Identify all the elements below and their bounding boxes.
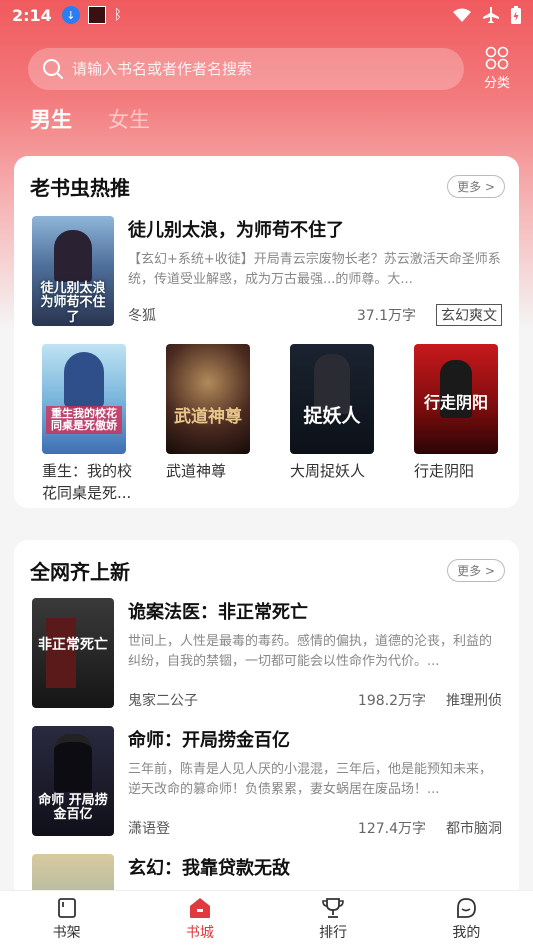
grid-book[interactable]: 重生我的校花同桌是死傲娇 重生：我的校花同桌是死...: [28, 344, 136, 504]
search-placeholder: 请输入书名或者作者名搜索: [72, 60, 253, 78]
book-cover: 武道神尊: [166, 344, 250, 454]
section-hot-recommend: 老书虫热推 更多 > 徒儿别太浪 为师苟不住了 徒儿别太浪，为师苟不住了 【玄幻…: [14, 156, 519, 508]
bottom-navigation: 书架 书城 排行 我的: [0, 890, 533, 948]
cover-title: 命师 开局捞金百亿: [38, 793, 108, 823]
book-cover: 捉妖人: [290, 344, 374, 454]
status-bar: 2:14 ↓ ᛒ: [0, 0, 533, 30]
more-button[interactable]: 更多 >: [447, 175, 505, 198]
book-description: 【玄幻+系统+收徒】开局青云宗废物长老？苏云激活天命圣师系统，传道受业解惑，成为…: [128, 252, 501, 287]
search-icon: [43, 58, 63, 79]
search-input[interactable]: 请输入书名或者作者名搜索: [28, 47, 464, 90]
wifi-icon: [453, 8, 471, 22]
book-cover: 命师 开局捞金百亿: [32, 726, 114, 836]
section-new-arrivals: 全网齐上新 更多 > 非正常死亡 诡案法医：非正常死亡 世间上，人性是最毒的毒药…: [14, 540, 519, 900]
book-cover: 非正常死亡: [32, 598, 114, 708]
grid-book[interactable]: 武道神尊 武道神尊: [152, 344, 260, 504]
nav-label: 排行: [319, 925, 348, 941]
cover-title: 徒儿别太浪 为师苟不住了: [40, 281, 106, 325]
book-title: 武道神尊: [166, 462, 227, 480]
nav-store[interactable]: 书城: [133, 891, 266, 948]
nav-profile[interactable]: 我的: [400, 891, 533, 948]
bookshelf-icon: [57, 898, 76, 918]
tab-female[interactable]: 女生: [108, 104, 150, 134]
book-author: 潇语登: [128, 821, 170, 837]
cover-title: 重生我的校花同桌是死傲娇: [46, 406, 122, 435]
book-title: 诡案法医：非正常死亡: [128, 602, 308, 623]
book-title: 命师：开局捞金百亿: [128, 730, 290, 751]
battery-icon: [511, 6, 521, 24]
book-word-count: 198.2万字: [357, 693, 426, 709]
nav-label: 书架: [52, 925, 81, 941]
book-title: 徒儿别太浪，为师苟不住了: [128, 220, 344, 241]
book-author: 冬狐: [128, 308, 156, 324]
nav-bookshelf[interactable]: 书架: [0, 891, 133, 948]
book-title: 重生：我的校花同桌是死...: [42, 462, 133, 502]
book-word-count: 37.1万字: [356, 308, 416, 324]
book-word-count: 127.4万字: [357, 821, 426, 837]
list-item[interactable]: 非正常死亡 诡案法医：非正常死亡 世间上，人性是最毒的毒药。感情的偏执，道德的沦…: [32, 598, 502, 710]
featured-book[interactable]: 徒儿别太浪 为师苟不住了 徒儿别太浪，为师苟不住了 【玄幻+系统+收徒】开局青云…: [32, 216, 502, 326]
cover-title: 行走阴阳: [423, 393, 488, 412]
book-title: 玄幻：我靠贷款无敌: [128, 858, 290, 879]
book-cover: 行走阴阳: [414, 344, 498, 454]
book-description: 三年前，陈青是人见人厌的小混混，三年后，他是能预知未来，逆天改命的篡命师！负债累…: [128, 762, 493, 797]
gender-tabs: 男生 女生: [30, 104, 150, 134]
section-title: 老书虫热推: [30, 176, 130, 200]
profile-icon: [457, 898, 477, 918]
category-label: 分类: [483, 76, 510, 91]
store-icon: [189, 898, 210, 918]
book-title: 大周捉妖人: [290, 462, 366, 480]
download-icon: ↓: [61, 6, 80, 24]
book-grid: 重生我的校花同桌是死傲娇 重生：我的校花同桌是死... 武道神尊 武道神尊 捉妖…: [28, 344, 508, 504]
list-item[interactable]: 命师 开局捞金百亿 命师：开局捞金百亿 三年前，陈青是人见人厌的小混混，三年后，…: [32, 726, 502, 838]
bluetooth-icon: ᛒ: [113, 7, 123, 23]
trophy-icon: [322, 898, 344, 918]
cover-title: 非正常死亡: [38, 637, 108, 653]
category-button[interactable]: 分类: [477, 46, 517, 91]
section-title: 全网齐上新: [30, 560, 130, 584]
category-grid-icon: [485, 46, 509, 70]
grid-book[interactable]: 行走阴阳 行走阴阳: [400, 344, 508, 504]
book-genre-tag: 玄幻爽文: [436, 304, 502, 326]
book-title: 行走阴阳: [414, 462, 475, 480]
status-time: 2:14: [12, 5, 52, 25]
book-cover: 徒儿别太浪 为师苟不住了: [32, 216, 114, 326]
app-notification-icon: [87, 6, 106, 24]
airplane-icon: [483, 7, 499, 23]
cover-title: 武道神尊: [174, 407, 242, 427]
more-button[interactable]: 更多 >: [447, 559, 505, 582]
nav-label: 书城: [185, 925, 214, 941]
book-genre-tag: 都市脑洞: [446, 821, 502, 837]
tab-male[interactable]: 男生: [30, 104, 72, 134]
book-author: 鬼家二公子: [128, 693, 198, 709]
book-genre-tag: 推理刑侦: [446, 693, 502, 709]
nav-ranking[interactable]: 排行: [267, 891, 400, 948]
grid-book[interactable]: 捉妖人 大周捉妖人: [276, 344, 384, 504]
cover-title: 捉妖人: [303, 405, 361, 427]
book-cover: 重生我的校花同桌是死傲娇: [42, 344, 126, 454]
book-description: 世间上，人性是最毒的毒药。感情的偏执，道德的沦丧，利益的纠纷，自我的禁锢，一切都…: [128, 634, 493, 669]
nav-label: 我的: [452, 925, 481, 941]
